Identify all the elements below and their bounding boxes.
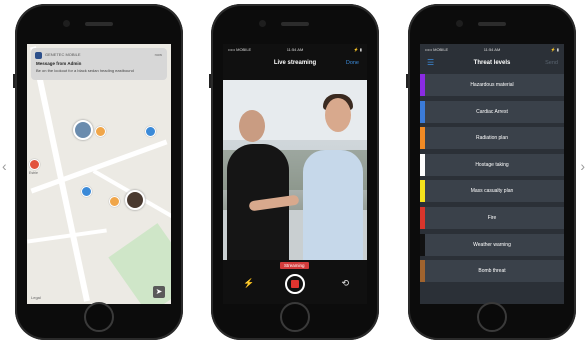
notification-app: GENETEC MOBILE xyxy=(45,52,81,57)
person-head xyxy=(325,98,351,132)
volume-button xyxy=(209,74,211,88)
front-camera xyxy=(456,20,463,27)
notification-time: now xyxy=(154,52,162,57)
screen-title: Threat levels xyxy=(473,60,511,66)
streaming-badge: Streaming xyxy=(280,262,309,269)
threat-screen: ••••• MOBILE 11:54 AM ⚡ ▮ ☰ Threat level… xyxy=(420,44,564,304)
unit-pin[interactable] xyxy=(81,186,92,197)
status-bar: ••••• MOBILE 11:54 AM ⚡ ▮ xyxy=(223,44,367,54)
incident-pin[interactable] xyxy=(109,196,120,207)
threat-color-bar xyxy=(420,127,425,150)
status-bar: ••••• MOBILE 11:54 AM ⚡ ▮ xyxy=(420,44,564,54)
threat-color-bar xyxy=(420,260,425,283)
prev-arrow-icon[interactable]: ‹ xyxy=(2,158,7,174)
threat-label: Hostage taking xyxy=(475,161,509,168)
incident-pin[interactable] xyxy=(95,126,106,137)
stream-screen: ••••• MOBILE 11:54 AM ⚡ ▮ Live streaming… xyxy=(223,44,367,304)
threat-label: Fire xyxy=(487,214,497,221)
threat-label: Cardiac Arrest xyxy=(476,108,508,115)
app-icon xyxy=(35,52,42,59)
home-button xyxy=(477,302,507,332)
threat-color-bar xyxy=(420,100,425,123)
threat-label: Radiation plan xyxy=(476,135,508,142)
record-stop-button[interactable] xyxy=(285,274,305,294)
threat-color-bar xyxy=(420,206,425,229)
phone-stream: ••••• MOBILE 11:54 AM ⚡ ▮ Live streaming… xyxy=(209,4,379,340)
send-button[interactable]: Send xyxy=(545,60,558,66)
speaker-grille xyxy=(478,22,506,26)
front-camera xyxy=(63,20,70,27)
battery-icon: ⚡ ▮ xyxy=(550,47,559,52)
person-shirt xyxy=(303,150,363,260)
home-button xyxy=(280,302,310,332)
speaker-grille xyxy=(281,22,309,26)
unit-pin[interactable] xyxy=(145,126,156,137)
threat-item[interactable]: Weather warning xyxy=(420,233,564,256)
officer-avatar[interactable] xyxy=(125,190,145,210)
threat-item[interactable]: Hazardous material xyxy=(420,74,564,96)
threat-item[interactable]: Hostage taking xyxy=(420,153,564,176)
officer-avatar[interactable] xyxy=(73,120,93,140)
notification-banner[interactable]: GENETEC MOBILE now Message from Admin Be… xyxy=(31,48,167,80)
video-preview xyxy=(223,80,367,260)
threat-item[interactable]: Cardiac Arrest xyxy=(420,100,564,123)
threat-label: Weather warning xyxy=(473,241,511,248)
threat-item[interactable]: Bomb threat xyxy=(420,260,564,283)
speaker-grille xyxy=(85,22,113,26)
battery-icon: ⚡ ▮ xyxy=(353,47,362,52)
threat-item[interactable]: Mass casualty plan xyxy=(420,180,564,203)
clock-label: 11:54 AM xyxy=(286,47,304,52)
map-road xyxy=(27,228,107,244)
stream-controls: ⚡ ⟲ xyxy=(223,274,367,294)
alert-pin[interactable] xyxy=(29,159,40,170)
flashlight-icon[interactable]: ⚡ xyxy=(243,278,254,289)
locate-me-icon[interactable]: ➤ xyxy=(153,286,165,298)
threat-label: Mass casualty plan xyxy=(470,188,514,195)
person-head xyxy=(239,110,265,142)
threat-item[interactable]: Fire xyxy=(420,206,564,229)
home-button xyxy=(84,302,114,332)
notification-message: Be on the lookout for a black sedan head… xyxy=(36,68,134,73)
stop-icon xyxy=(291,280,299,288)
front-camera xyxy=(259,20,266,27)
threat-item[interactable]: Radiation plan xyxy=(420,127,564,150)
switch-camera-icon[interactable]: ⟲ xyxy=(341,278,349,289)
phone-map: GENETEC MOBILE now Message from Admin Be… xyxy=(13,4,183,340)
phone-threat: ••••• MOBILE 11:54 AM ⚡ ▮ ☰ Threat level… xyxy=(406,4,576,340)
volume-button xyxy=(406,74,408,88)
threat-label: Hazardous material xyxy=(470,82,514,88)
threat-color-bar xyxy=(420,180,425,203)
notification-title: Message from Admin xyxy=(36,61,82,66)
map-screen[interactable]: GENETEC MOBILE now Message from Admin Be… xyxy=(27,44,171,304)
threat-color-bar xyxy=(420,233,425,256)
next-arrow-icon[interactable]: › xyxy=(580,158,585,174)
map-legal-text[interactable]: Legal xyxy=(31,295,41,300)
clock-label: 11:54 AM xyxy=(483,47,501,52)
threat-color-bar xyxy=(420,153,425,176)
threat-label: Bomb threat xyxy=(478,268,506,275)
threat-list: Hazardous material Cardiac Arrest Radiat… xyxy=(420,74,564,287)
threat-color-bar xyxy=(420,74,425,96)
place-label: Estrie xyxy=(29,171,38,175)
volume-button xyxy=(13,74,15,88)
done-button[interactable]: Done xyxy=(346,60,359,66)
